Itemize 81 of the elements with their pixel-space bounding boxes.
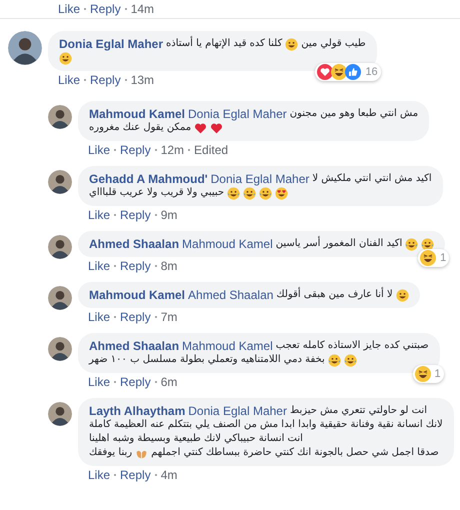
- avatar[interactable]: [48, 286, 72, 310]
- comment-time: 14m: [130, 2, 154, 16]
- comment-text: لا أنا عارف مين هبقى أقولك: [276, 288, 393, 302]
- author-link[interactable]: Donia Eglal Maher: [59, 37, 164, 51]
- mention-link[interactable]: Donia Eglal Maher: [188, 404, 287, 418]
- haha-reaction-icon: [420, 250, 436, 266]
- comment-text: انت انسانة حبيباكي لانك طبيعية وبسيطة وشبه اهلينا: [89, 432, 303, 446]
- comment-time: 7m: [160, 310, 178, 324]
- comment-time: 13m: [130, 73, 154, 87]
- comment-text: لانك انسانة نقية وفنانة حقيقية وابدا ابدا مش من الصنف يلي بتتكلم عنه العظيمة كاملة: [89, 418, 443, 432]
- reaction-count: 1: [434, 368, 441, 380]
- comment-time: 4m: [160, 468, 178, 482]
- reply-link[interactable]: Reply: [120, 375, 151, 389]
- like-link[interactable]: Like: [88, 143, 110, 157]
- laughing-tears-emoji-icon: [405, 238, 418, 250]
- laughing-tears-emoji-icon: [421, 238, 434, 250]
- heart-icon: [210, 122, 224, 134]
- like-link[interactable]: Like: [58, 73, 80, 87]
- comment-text: ممكن يقول عنك مغروره: [89, 121, 192, 135]
- laughing-tears-emoji-icon: [344, 354, 357, 366]
- comment-text: مش انتي طبعا وهو مين مجنون: [290, 107, 418, 121]
- author-link[interactable]: Mahmoud Kamel: [89, 288, 186, 302]
- reply-link[interactable]: Reply: [120, 208, 151, 222]
- avatar[interactable]: [48, 170, 72, 194]
- author-link[interactable]: Layth Alhaytham: [89, 404, 186, 418]
- comment-text: بخفة دمي اللامتناهيه وتعملي بطولة مسلسل ب ١٠٠ ضهر: [89, 353, 325, 367]
- laughing-tears-emoji-icon: [259, 186, 272, 200]
- comment-text: حبيبي ولا قريب ولا عريب قلباااي: [89, 186, 224, 200]
- reaction-count: 1: [440, 252, 446, 264]
- comment-text: ربنا يوفقك: [89, 446, 132, 460]
- grin-emoji-icon: [59, 52, 72, 64]
- love-reaction-icon: [317, 64, 334, 80]
- author-link[interactable]: Gehadd A Mahmoud': [89, 172, 208, 186]
- heart-icon: [194, 122, 208, 134]
- comment-time: 8m: [160, 259, 178, 273]
- grin-emoji-icon: [285, 38, 298, 50]
- laughing-tears-emoji-icon: [243, 186, 256, 200]
- edited-label: Edited: [194, 143, 228, 157]
- heart-eyes-emoji-icon: [275, 186, 288, 200]
- avatar[interactable]: [48, 235, 72, 259]
- comment-time: 12m: [160, 143, 184, 157]
- reply-link[interactable]: Reply: [120, 310, 151, 324]
- reply-link[interactable]: Reply: [90, 2, 121, 16]
- mention-link[interactable]: Mahmoud Kamel: [182, 237, 273, 251]
- like-link[interactable]: Like: [88, 208, 110, 222]
- comment-text: اكيد الفنان المغمور أسر ياسين: [276, 237, 402, 251]
- comment-time: 9m: [160, 208, 178, 222]
- mention-link[interactable]: Ahmed Shaalan: [188, 288, 274, 302]
- comment-text: اكيد مش انتي انتي ملكيش لا: [312, 172, 432, 186]
- avatar[interactable]: [48, 105, 72, 129]
- comment-time: 6m: [160, 375, 178, 389]
- like-link[interactable]: Like: [88, 259, 110, 273]
- avatar[interactable]: [48, 337, 72, 361]
- like-reaction-icon: [345, 64, 362, 80]
- mention-link[interactable]: Donia Eglal Maher: [188, 107, 287, 121]
- author-link[interactable]: Mahmoud Kamel: [89, 107, 186, 121]
- reply-link[interactable]: Reply: [120, 468, 151, 482]
- like-link[interactable]: Like: [88, 468, 110, 482]
- grin-emoji-icon: [396, 288, 409, 302]
- avatar[interactable]: [8, 31, 42, 65]
- comment-text: انت لو حاولتي تتعري مش حيزبط: [290, 404, 427, 418]
- haha-reaction-icon: [414, 366, 431, 382]
- avatar[interactable]: [48, 402, 72, 426]
- comment-text: طيب قولي مين: [301, 37, 366, 51]
- mention-link[interactable]: Donia Eglal Maher: [210, 172, 310, 186]
- like-link[interactable]: Like: [88, 310, 110, 324]
- comment-text: صدقا اجمل شي حصل بالجونة انك كنتي حاضرة ببساطك كنتي اجملهم: [151, 446, 439, 460]
- author-link[interactable]: Ahmed Shaalan: [89, 339, 180, 353]
- haha-reaction-icon: [331, 64, 348, 80]
- reply-link[interactable]: Reply: [120, 259, 151, 273]
- reply-link[interactable]: Reply: [120, 143, 151, 157]
- author-link[interactable]: Ahmed Shaalan: [89, 237, 180, 251]
- laughing-tears-emoji-icon: [227, 186, 240, 200]
- reaction-count: 16: [365, 66, 378, 78]
- mention-link[interactable]: Mahmoud Kamel: [182, 339, 273, 353]
- like-link[interactable]: Like: [58, 2, 80, 16]
- comment-text: كلنا كده قيد الإتهام يا أستاذه: [166, 37, 282, 51]
- like-link[interactable]: Like: [88, 375, 110, 389]
- reply-link[interactable]: Reply: [90, 73, 121, 87]
- laughing-tears-emoji-icon: [328, 354, 341, 366]
- comment-text: صبتني كده جايز الاستاذه كامله تعجب: [276, 339, 429, 353]
